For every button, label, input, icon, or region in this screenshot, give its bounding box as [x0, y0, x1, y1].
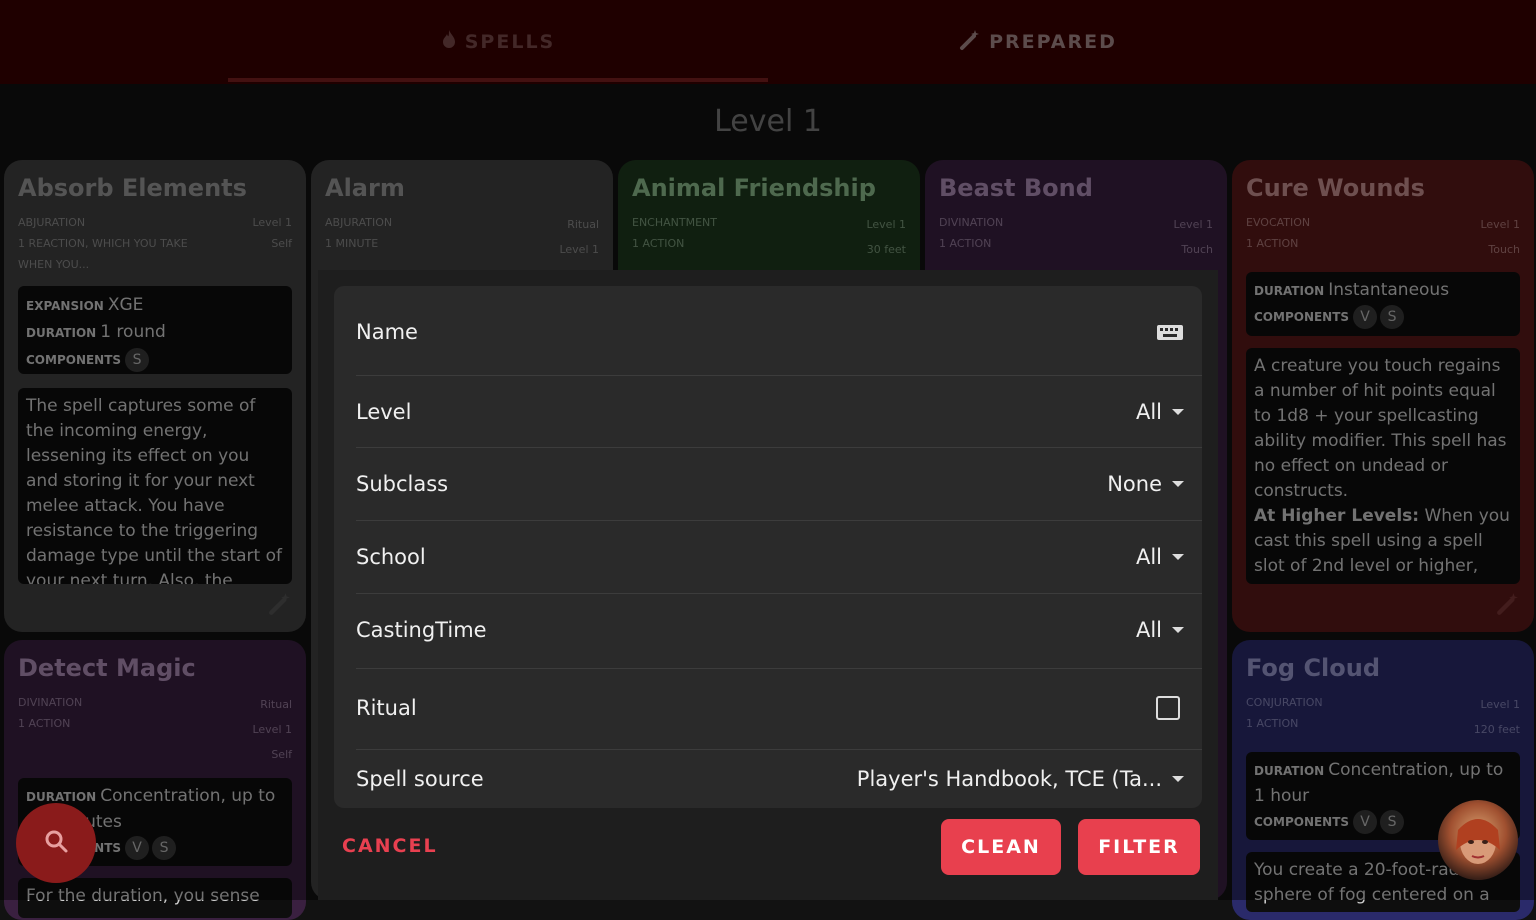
school-label: School — [356, 545, 426, 569]
filter-subclass-row[interactable]: Subclass None — [356, 448, 1202, 520]
cancel-button[interactable]: CANCEL — [342, 818, 462, 874]
ritual-checkbox[interactable] — [1156, 696, 1202, 720]
subclass-label: Subclass — [356, 472, 449, 496]
spell-source-label: Spell source — [356, 767, 484, 791]
ritual-label: Ritual — [356, 696, 417, 720]
subclass-value: None — [1107, 472, 1162, 496]
dropdown-arrow-icon — [1172, 409, 1184, 415]
dropdown-arrow-icon — [1172, 627, 1184, 633]
casting-time-label: CastingTime — [356, 618, 487, 642]
filter-casting-time-row[interactable]: CastingTime All — [356, 594, 1202, 666]
avatar[interactable] — [1438, 800, 1518, 880]
name-label: Name — [356, 320, 418, 344]
dropdown-arrow-icon — [1172, 481, 1184, 487]
filter-spell-source-row[interactable]: Spell source Player's Handbook, TCE (Ta.… — [356, 750, 1202, 808]
casting-time-dropdown[interactable]: All — [1136, 618, 1202, 642]
dropdown-arrow-icon — [1172, 776, 1184, 782]
level-value: All — [1135, 400, 1162, 424]
school-value: All — [1135, 545, 1162, 569]
keyboard-icon[interactable] — [1156, 322, 1202, 342]
filter-school-row[interactable]: School All — [356, 521, 1202, 593]
filter-button[interactable]: FILTER — [1078, 819, 1200, 875]
level-label: Level — [356, 400, 412, 424]
level-dropdown[interactable]: All — [1136, 400, 1202, 424]
filter-ritual-row[interactable]: Ritual — [356, 669, 1202, 747]
filter-dialog: Name Level All Subclass None School All … — [318, 270, 1218, 900]
spell-source-dropdown[interactable]: Player's Handbook, TCE (Ta... — [857, 767, 1202, 791]
filter-form: Name Level All Subclass None School All … — [334, 286, 1202, 808]
subclass-dropdown[interactable]: None — [1107, 472, 1202, 496]
filter-name-row[interactable]: Name — [356, 302, 1202, 362]
dropdown-arrow-icon — [1172, 554, 1184, 560]
clean-button[interactable]: CLEAN — [941, 819, 1061, 875]
search-icon — [43, 828, 69, 858]
casting-time-value: All — [1135, 618, 1162, 642]
school-dropdown[interactable]: All — [1136, 545, 1202, 569]
spell-source-value: Player's Handbook, TCE (Ta... — [856, 767, 1162, 791]
search-fab[interactable] — [16, 803, 96, 883]
filter-level-row[interactable]: Level All — [356, 376, 1202, 448]
